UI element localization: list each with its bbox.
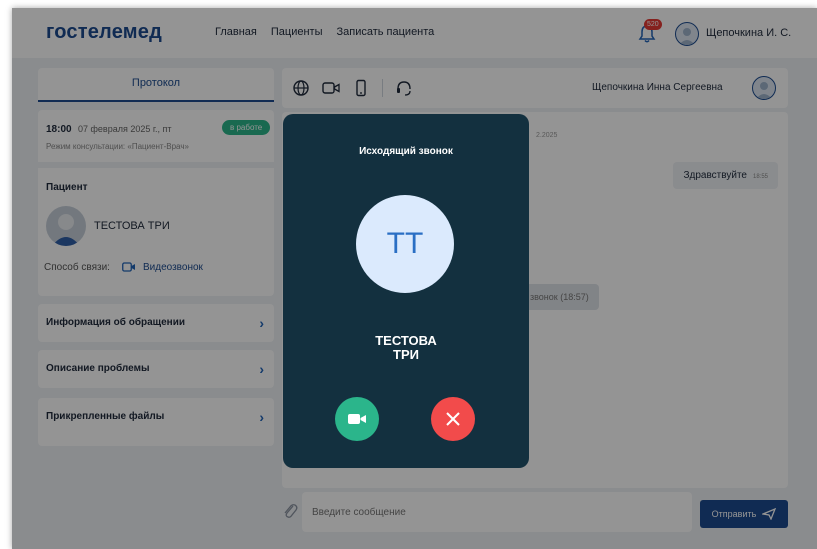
call-title: Исходящий звонок <box>359 146 453 157</box>
callee-name: ТЕСТОВА ТРИ <box>283 334 529 362</box>
app-window: гостелемед Главная Пациенты Записать пац… <box>12 8 817 549</box>
callee-avatar: ТТ <box>356 195 454 293</box>
close-icon <box>446 412 460 426</box>
callee-name-line1: ТЕСТОВА <box>375 333 437 348</box>
callee-name-line2: ТРИ <box>393 347 419 362</box>
end-call-button[interactable] <box>431 397 475 441</box>
video-camera-icon <box>348 414 366 424</box>
video-toggle-button[interactable] <box>335 397 379 441</box>
outgoing-call-dialog: Исходящий звонок ТТ ТЕСТОВА ТРИ <box>283 114 529 468</box>
